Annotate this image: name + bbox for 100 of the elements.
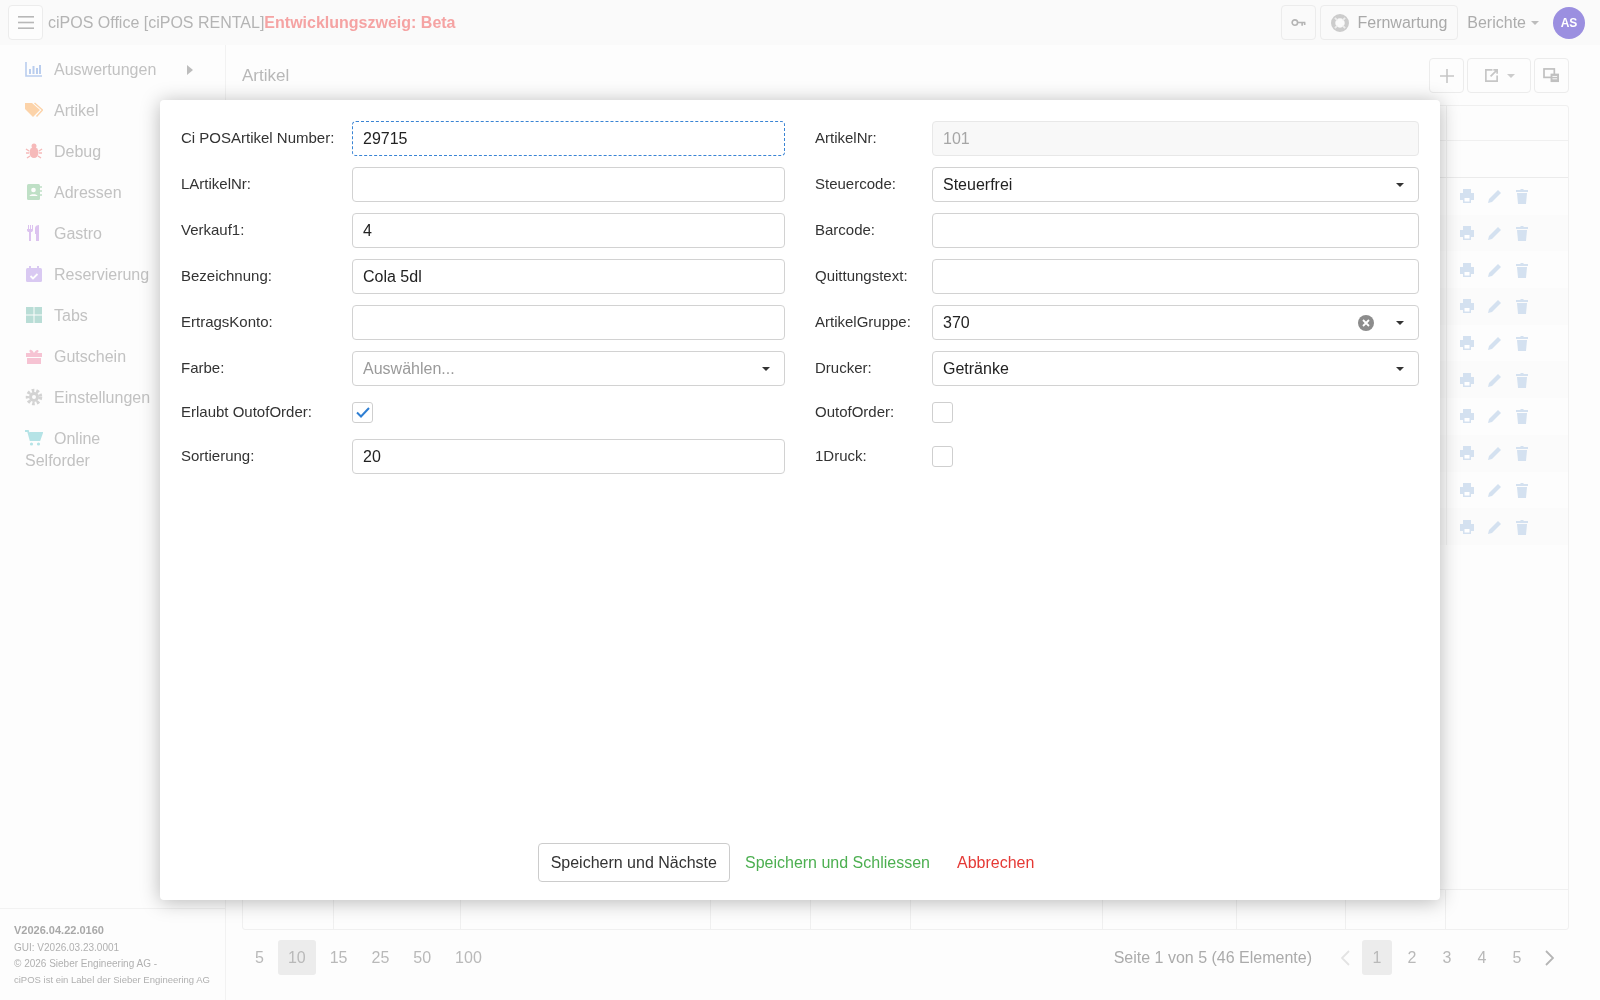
pencil-icon[interactable] (1487, 371, 1503, 388)
pencil-icon[interactable] (1487, 481, 1503, 498)
trash-icon[interactable] (1515, 518, 1529, 535)
grid-icon (25, 305, 43, 324)
save-next-button[interactable]: Speichern und Nächste (537, 843, 730, 882)
select-field[interactable]: Steuerfrei (932, 167, 1419, 202)
input-field[interactable] (932, 259, 1419, 294)
trash-icon[interactable] (1515, 408, 1529, 425)
sidebar-item[interactable]: Artikel (0, 90, 225, 131)
input-field[interactable]: 29715 (352, 121, 785, 156)
trash-icon[interactable] (1515, 188, 1529, 205)
reports-menu[interactable]: Berichte (1467, 10, 1539, 35)
field-label: ArtikelGruppe: (815, 312, 912, 333)
menu-button[interactable] (8, 5, 43, 40)
pencil-icon[interactable] (1487, 518, 1503, 535)
checkbox[interactable] (932, 446, 953, 467)
printer-icon[interactable] (1459, 335, 1475, 352)
key-icon (1291, 17, 1307, 28)
branch-label: Entwicklungszweig: Beta (264, 12, 456, 33)
bug-icon (25, 141, 43, 160)
printer-icon[interactable] (1459, 261, 1475, 278)
remote-support-button[interactable]: Fernwartung (1320, 5, 1459, 40)
copyright-text: © 2026 Sieber Engineering AG - (14, 957, 158, 971)
trash-icon[interactable] (1515, 371, 1529, 388)
pencil-icon[interactable] (1487, 225, 1503, 242)
input-field[interactable]: 4 (352, 213, 785, 248)
pencil-icon[interactable] (1487, 188, 1503, 205)
trash-icon[interactable] (1515, 335, 1529, 352)
page-size-option[interactable]: 100 (445, 940, 492, 975)
printer-icon[interactable] (1459, 481, 1475, 498)
page-button[interactable]: 2 (1397, 940, 1427, 975)
panel-list-icon (1543, 68, 1560, 83)
gui-version-label: GUI: V2026.03.23.0001 (14, 941, 121, 955)
chevron-left-icon (1340, 949, 1350, 966)
field-label: LArtikelNr: (181, 174, 252, 195)
field-label: ArtikelNr: (815, 128, 878, 149)
checkmark-icon (355, 407, 370, 418)
pencil-icon[interactable] (1487, 298, 1503, 315)
printer-icon[interactable] (1459, 298, 1475, 315)
field-label: Erlaubt OutofOrder: (181, 402, 313, 423)
trash-icon[interactable] (1515, 481, 1529, 498)
field-label: Steuercode: (815, 174, 897, 195)
printer-icon[interactable] (1459, 518, 1475, 535)
page-button[interactable]: 5 (1502, 940, 1532, 975)
select-field[interactable]: Auswählen... (352, 351, 785, 386)
page-size-option[interactable]: 25 (361, 940, 400, 975)
caret-icon (1531, 20, 1539, 25)
trash-icon[interactable] (1515, 445, 1529, 462)
bar-chart-icon (25, 59, 43, 78)
pencil-icon[interactable] (1487, 335, 1503, 352)
page-size-option[interactable]: 15 (319, 940, 358, 975)
address-book-icon (25, 182, 43, 201)
trash-icon[interactable] (1515, 298, 1529, 315)
printer-icon[interactable] (1459, 445, 1475, 462)
checkbox[interactable] (352, 402, 373, 423)
caret-icon (1506, 73, 1515, 78)
add-button[interactable] (1429, 58, 1464, 93)
app-title: ciPOS Office [ciPOS RENTAL] (48, 12, 265, 33)
input-field[interactable]: Cola 5dl (352, 259, 785, 294)
sidebar-item[interactable]: Auswertungen (0, 49, 225, 90)
caret-icon (762, 366, 770, 371)
trash-icon[interactable] (1515, 225, 1529, 242)
column-chooser-button[interactable] (1534, 58, 1569, 93)
export-button[interactable] (1467, 58, 1531, 93)
cancel-button[interactable]: Abbrechen (944, 843, 1047, 882)
save-close-button[interactable]: Speichern und Schliessen (732, 843, 942, 882)
clear-icon[interactable] (1358, 314, 1374, 331)
field-label: Barcode: (815, 220, 877, 241)
export-icon (1483, 68, 1499, 83)
field-label: Sortierung: (181, 446, 256, 467)
input-field[interactable]: 20 (352, 439, 785, 474)
printer-icon[interactable] (1459, 225, 1475, 242)
page-button[interactable]: 4 (1467, 940, 1497, 975)
key-button[interactable] (1281, 5, 1317, 40)
gear-icon (25, 387, 43, 406)
page-size-option[interactable]: 50 (403, 940, 442, 975)
select-field[interactable]: 370 (932, 305, 1419, 340)
checkbox[interactable] (932, 402, 953, 423)
page-summary: Seite 1 von 5 (46 Elemente) (1113, 947, 1312, 968)
pencil-icon[interactable] (1487, 261, 1503, 278)
page-button[interactable]: 3 (1432, 940, 1462, 975)
input-field[interactable] (352, 305, 785, 340)
caret-right-icon (187, 64, 193, 75)
version-label: V2026.04.22.0160 (14, 923, 105, 938)
avatar[interactable]: AS (1553, 6, 1585, 39)
printer-icon[interactable] (1459, 371, 1475, 388)
printer-icon[interactable] (1459, 188, 1475, 205)
trash-icon[interactable] (1515, 261, 1529, 278)
page-size-option[interactable]: 5 (245, 940, 274, 975)
input-field[interactable] (352, 167, 785, 202)
pencil-icon[interactable] (1487, 445, 1503, 462)
input-field[interactable] (932, 213, 1419, 248)
caret-icon (1396, 320, 1404, 325)
field-label: Verkauf1: (181, 220, 246, 241)
select-field[interactable]: Getränke (932, 351, 1419, 386)
caret-icon (1396, 366, 1404, 371)
lifebuoy-icon (1331, 13, 1350, 32)
field-label: 1Druck: (815, 446, 868, 467)
printer-icon[interactable] (1459, 408, 1475, 425)
pencil-icon[interactable] (1487, 408, 1503, 425)
